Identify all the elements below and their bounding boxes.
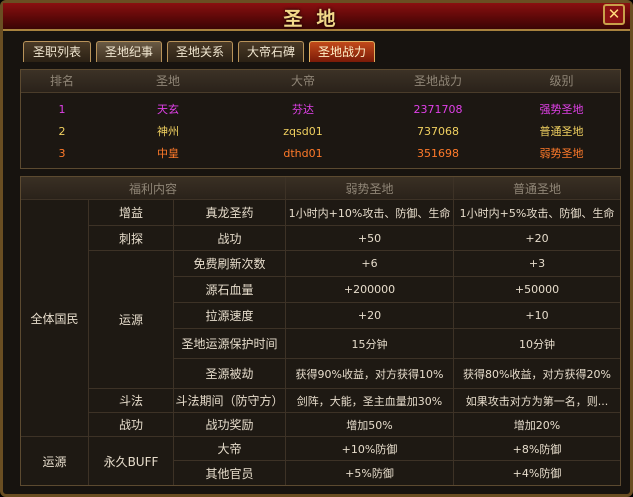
- cat-doufa: 斗法: [89, 389, 174, 413]
- ranking-cell-power: 737068: [417, 125, 459, 138]
- ranking-cell-rank: 3: [58, 147, 66, 160]
- cat-permanent-buff: 永久BUFF: [89, 437, 174, 485]
- benefit-cell-weak: 15分钟: [286, 329, 454, 359]
- benefit-cell-item: 源石血量: [174, 277, 286, 303]
- benefit-cell-item: 其他官员: [174, 461, 286, 485]
- benefit-cell-weak: 获得90%收益，对方获得10%: [286, 359, 454, 389]
- benefit-cell-item: 斗法期间（防守方）: [174, 389, 286, 413]
- ranking-cell-emperor: dthd01: [283, 147, 323, 160]
- ranking-cell-rank: 1: [58, 103, 66, 116]
- ranking-cell-power: 351698: [417, 147, 459, 160]
- benefits-header-normal: 普通圣地: [454, 177, 620, 200]
- benefits-header-content: 福利内容: [21, 177, 286, 200]
- benefit-cell-item: 战功奖励: [174, 413, 286, 437]
- benefit-cell-item: 圣源被劫: [174, 359, 286, 389]
- benefit-cell-weak: 剑阵，大能，圣主血量加30%: [286, 389, 454, 413]
- group-all-citizens: 全体国民: [21, 200, 89, 437]
- benefit-cell-item: 真龙圣药: [174, 200, 286, 226]
- benefit-cell-item: 大帝: [174, 437, 286, 461]
- cat-zengyi: 增益: [89, 200, 174, 226]
- ranking-header: 排名 圣地 大帝 圣地战力 级别: [21, 70, 620, 93]
- benefit-cell-normal: +3: [454, 251, 620, 277]
- ranking-panel: 排名 圣地 大帝 圣地战力 级别 1 天玄 芬达 2371708 强势圣地 2 神州 zqsd…: [20, 69, 621, 169]
- benefit-cell-weak: +10%防御: [286, 437, 454, 461]
- tab-shengdi-chronicle[interactable]: 圣地纪事: [96, 41, 162, 62]
- ranking-cell-level: 强势圣地: [539, 103, 584, 116]
- benefit-cell-normal: +8%防御: [454, 437, 620, 461]
- close-icon[interactable]: ✕: [603, 4, 625, 25]
- benefit-cell-normal: 10分钟: [454, 329, 620, 359]
- benefit-cell-weak: +200000: [286, 277, 454, 303]
- ranking-row: 1 天玄 芬达 2371708 强势圣地: [21, 99, 620, 121]
- benefit-cell-item: 圣地运源保护时间: [174, 329, 286, 359]
- col-emperor: 大帝: [290, 74, 315, 88]
- window-title: 圣地: [283, 8, 350, 30]
- benefit-cell-weak: +50: [286, 226, 454, 251]
- ranking-cell-name: 天玄: [157, 103, 179, 116]
- benefit-cell-weak: +5%防御: [286, 461, 454, 485]
- benefit-cell-normal: 1小时内+5%攻击、防御、生命: [454, 200, 620, 226]
- benefit-cell-normal: 获得80%收益，对方获得20%: [454, 359, 620, 389]
- benefit-cell-normal: +50000: [454, 277, 620, 303]
- tab-shengzhi-list[interactable]: 圣职列表: [23, 41, 91, 62]
- col-power: 圣地战力: [413, 74, 462, 88]
- col-rank: 排名: [49, 74, 74, 88]
- ranking-row: 3 中皇 dthd01 351698 弱势圣地: [21, 143, 620, 165]
- tab-shengdi-power[interactable]: 圣地战力: [309, 41, 375, 62]
- ranking-cell-emperor: 芬达: [292, 103, 314, 116]
- benefit-cell-normal: +20: [454, 226, 620, 251]
- benefit-cell-weak: +20: [286, 303, 454, 329]
- ranking-cell-power: 2371708: [413, 103, 463, 116]
- benefits-header-weak: 弱势圣地: [286, 177, 454, 200]
- tab-emperor-stele[interactable]: 大帝石碑: [238, 41, 304, 62]
- tab-shengdi-relations[interactable]: 圣地关系: [167, 41, 233, 62]
- benefit-cell-item: 免费刷新次数: [174, 251, 286, 277]
- benefit-cell-normal: 增加20%: [454, 413, 620, 437]
- ranking-cell-emperor: zqsd01: [283, 125, 323, 138]
- benefit-cell-item: 拉源速度: [174, 303, 286, 329]
- benefits-table: 福利内容 弱势圣地 普通圣地 全体国民 运源 增益 刺探 运源 斗法 战功 永久…: [20, 176, 621, 486]
- cat-zhangong: 战功: [89, 413, 174, 437]
- ranking-cell-level: 弱势圣地: [539, 147, 584, 160]
- cat-yunyuan: 运源: [89, 251, 174, 389]
- dialog-window: 圣地 ✕ 圣职列表 圣地纪事 圣地关系 大帝石碑 圣地战力 排名 圣地 大帝 圣…: [0, 0, 633, 497]
- ranking-cell-name: 神州: [157, 125, 179, 138]
- group-yunyuan: 运源: [21, 437, 89, 485]
- col-level: 级别: [549, 74, 574, 88]
- benefit-cell-weak: +6: [286, 251, 454, 277]
- ranking-cell-rank: 2: [58, 125, 66, 138]
- cat-citan: 刺探: [89, 226, 174, 251]
- ranking-row: 2 神州 zqsd01 737068 普通圣地: [21, 121, 620, 143]
- ranking-cell-level: 普通圣地: [539, 125, 584, 138]
- benefit-cell-normal: +4%防御: [512, 467, 562, 480]
- title-bar: 圣地 ✕: [3, 3, 630, 31]
- ranking-cell-name: 中皇: [157, 147, 179, 160]
- benefit-cell-item: 战功: [174, 226, 286, 251]
- benefit-cell-normal: 如果攻击对方为第一名，则...: [454, 389, 620, 413]
- benefit-cell-weak: 1小时内+10%攻击、防御、生命: [286, 200, 454, 226]
- col-shengdi: 圣地: [155, 74, 180, 88]
- benefit-cell-weak: 增加50%: [286, 413, 454, 437]
- benefit-cell-normal: +10: [454, 303, 620, 329]
